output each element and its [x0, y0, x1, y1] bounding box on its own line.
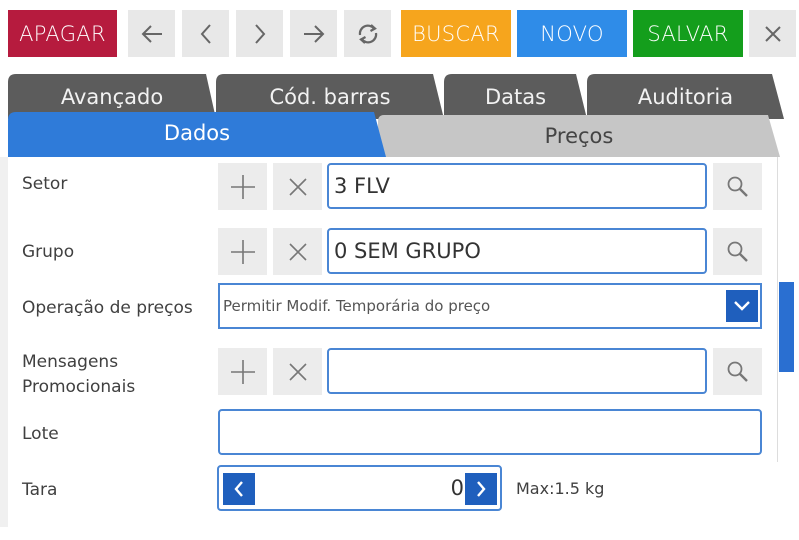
tab-dates-label: Datas [484, 84, 547, 109]
chevron-left-icon [200, 23, 211, 44]
close-button[interactable] [749, 10, 796, 57]
sector-clear-button[interactable] [273, 163, 322, 210]
search-button[interactable]: BUSCAR [401, 10, 511, 57]
sector-label: Setor [22, 174, 68, 194]
group-clear-button[interactable] [273, 228, 322, 275]
plus-icon [230, 174, 255, 199]
close-icon [764, 25, 781, 42]
tare-increment-button[interactable] [465, 473, 497, 505]
plus-icon [230, 359, 255, 384]
save-button[interactable]: SALVAR [633, 10, 743, 57]
price-operation-select[interactable]: Permitir Modif. Temporária do preço [218, 283, 762, 329]
chevron-down-icon[interactable] [726, 290, 758, 322]
magnifier-icon [727, 361, 748, 382]
refresh-icon [358, 23, 377, 44]
chevron-right-icon [254, 23, 265, 44]
magnifier-icon [727, 241, 748, 262]
tab-barcode-label: Cód. barras [269, 84, 391, 109]
sector-add-button[interactable] [218, 163, 267, 210]
close-icon [288, 177, 307, 196]
promo-messages-label-line2: Promocionais [22, 377, 136, 397]
tab-audit[interactable]: Auditoria [587, 74, 784, 119]
tab-dates[interactable]: Datas [444, 74, 587, 119]
new-button[interactable]: NOVO [517, 10, 627, 57]
tare-decrement-button[interactable] [223, 473, 255, 505]
plus-icon [230, 239, 255, 264]
batch-input[interactable] [218, 409, 762, 455]
price-operation-label: Operação de preços [22, 298, 193, 318]
tab-advanced-label: Avançado [60, 84, 164, 109]
next-record-button[interactable] [236, 10, 283, 57]
search-button-label: BUSCAR [412, 21, 500, 46]
arrow-left-icon [141, 24, 162, 43]
magnifier-icon [727, 176, 748, 197]
group-input[interactable]: 0 SEM GRUPO [327, 228, 707, 274]
tab-prices[interactable]: Preços [378, 115, 780, 157]
arrow-right-icon [303, 24, 324, 43]
previous-record-button[interactable] [182, 10, 229, 57]
tab-prices-label: Preços [544, 124, 614, 148]
tab-data[interactable]: Dados [8, 112, 386, 157]
group-add-button[interactable] [218, 228, 267, 275]
tab-audit-label: Auditoria [637, 84, 734, 109]
close-icon [288, 242, 307, 261]
sector-value: 3 FLV [334, 174, 390, 198]
chevron-left-icon [234, 481, 243, 497]
delete-button-label: APAGAR [19, 21, 106, 46]
tare-max-note: Max:1.5 kg [516, 479, 605, 498]
group-value: 0 SEM GRUPO [334, 239, 481, 263]
close-icon [288, 362, 307, 381]
toolbar: APAGAR BUSCAR NOVO SALVAR [0, 0, 799, 68]
promo-messages-add-button[interactable] [218, 348, 267, 395]
promo-messages-input[interactable] [327, 348, 707, 394]
group-search-button[interactable] [713, 228, 762, 275]
tare-stepper[interactable]: 0 [217, 465, 502, 511]
new-button-label: NOVO [540, 21, 604, 46]
scrollbar-thumb[interactable] [779, 282, 794, 372]
tare-value: 0 [450, 476, 464, 500]
chevron-right-icon [477, 481, 486, 497]
batch-label: Lote [22, 424, 59, 444]
promo-messages-label-line1: Mensagens [22, 352, 119, 372]
delete-button[interactable]: APAGAR [8, 10, 117, 57]
last-record-button[interactable] [290, 10, 337, 57]
tare-label: Tara [22, 480, 58, 500]
sector-input[interactable]: 3 FLV [327, 163, 707, 209]
refresh-button[interactable] [344, 10, 391, 57]
promo-messages-search-button[interactable] [713, 348, 762, 395]
group-label: Grupo [22, 242, 75, 262]
promo-messages-clear-button[interactable] [273, 348, 322, 395]
first-record-button[interactable] [128, 10, 175, 57]
save-button-label: SALVAR [647, 21, 729, 46]
left-edge [0, 157, 8, 527]
tab-data-label: Dados [163, 120, 231, 145]
price-operation-selected: Permitir Modif. Temporária do preço [223, 297, 491, 315]
sector-search-button[interactable] [713, 163, 762, 210]
